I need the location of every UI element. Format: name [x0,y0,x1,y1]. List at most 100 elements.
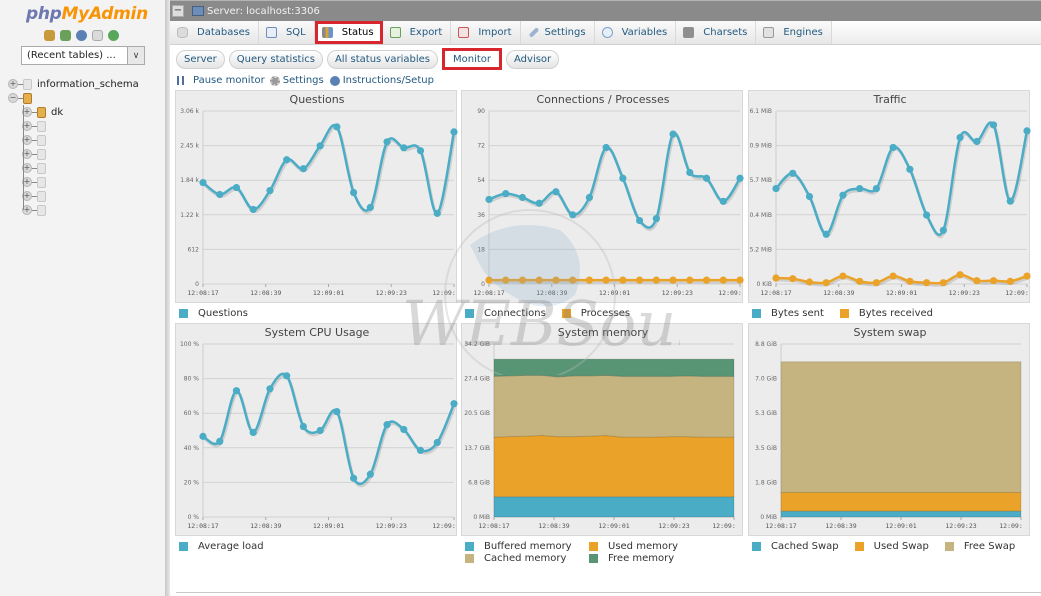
data-point[interactable] [569,276,577,284]
data-point[interactable] [939,279,947,287]
tab-engines[interactable]: Engines [756,21,832,44]
data-point[interactable] [232,183,241,192]
data-point[interactable] [856,277,864,285]
data-point[interactable] [772,274,780,282]
data-point[interactable] [923,279,931,287]
home-icon[interactable] [44,30,55,41]
data-point[interactable] [366,470,374,478]
data-point[interactable] [736,174,744,182]
data-point[interactable] [249,205,257,214]
data-point[interactable] [585,193,593,202]
data-point[interactable] [283,156,291,164]
data-point[interactable] [822,279,830,287]
legend-item[interactable]: Used Swap [854,540,929,552]
subtab-all-status-variables[interactable]: All status variables [326,50,438,69]
data-point[interactable] [686,276,694,284]
data-point[interactable] [502,190,510,198]
data-point[interactable] [249,428,257,437]
data-point[interactable] [299,422,307,431]
data-point[interactable] [939,226,947,234]
data-point[interactable] [535,199,543,207]
server-breadcrumb[interactable]: Server: localhost:3306 [207,6,320,17]
legend-item[interactable]: Connections [465,307,546,319]
subtab-monitor[interactable]: Monitor [442,48,503,70]
tree-item[interactable]: + [22,175,139,189]
subtab-advisor[interactable]: Advisor [506,50,560,69]
data-point[interactable] [669,130,677,138]
legend-item[interactable]: Questions [179,307,248,319]
data-point[interactable] [232,387,241,395]
tree-item-label[interactable]: information_schema [37,79,139,90]
data-point[interactable] [719,276,727,284]
data-point[interactable] [350,188,358,197]
chart-box[interactable]: Traffic 0 KiB 5.2 MiB 10.4 MiB 15.7 MiB 20.9 … [748,90,1031,303]
data-point[interactable] [789,169,797,177]
legend-item[interactable]: Bytes received [839,307,933,319]
data-point[interactable] [416,446,425,454]
data-point[interactable] [636,276,644,284]
logout-icon[interactable] [60,30,71,41]
tree-item[interactable]: − [8,91,139,105]
data-point[interactable] [702,276,711,284]
data-point[interactable] [1023,272,1031,280]
data-point[interactable] [889,272,897,280]
legend-item[interactable]: Cached memory [465,552,573,564]
data-point[interactable] [822,230,830,238]
data-point[interactable] [585,276,593,284]
help-icon[interactable] [76,30,87,41]
data-point[interactable] [299,165,307,173]
data-point[interactable] [199,432,207,440]
tab-status[interactable]: Status [314,21,383,44]
data-point[interactable] [333,408,341,416]
data-point[interactable] [333,123,341,131]
tab-settings[interactable]: Settings [520,21,595,44]
data-point[interactable] [400,144,408,152]
data-point[interactable] [906,277,914,285]
gear-icon[interactable] [269,75,280,86]
data-point[interactable] [518,276,527,284]
chart-box[interactable]: System swap 0 MiB 1.8 GiB 3.5 GiB 5.3 GiB 7.0… [748,323,1030,536]
info-icon[interactable] [329,75,340,86]
data-point[interactable] [216,190,224,199]
data-point[interactable] [872,184,880,193]
data-point[interactable] [199,178,207,187]
tree-item[interactable]: + information_schema [8,77,139,91]
data-point[interactable] [619,174,627,182]
data-point[interactable] [839,272,847,280]
data-point[interactable] [973,277,981,285]
chart-box[interactable]: Questions 0 612 1.22 k 1.84 k 2.45 k 3.06 k 12:… [175,90,458,303]
data-point[interactable] [772,184,780,193]
tree-item[interactable]: + [22,189,139,203]
tree-item[interactable]: + [22,133,139,147]
collapse-icon[interactable]: − [8,93,18,103]
data-point[interactable] [450,400,458,408]
legend-item[interactable]: Bytes sent [752,307,824,319]
data-point[interactable] [856,184,864,193]
data-point[interactable] [956,133,964,142]
data-point[interactable] [485,276,493,284]
pause-icon[interactable] [177,76,184,85]
tab-charsets[interactable]: Charsets [676,21,757,44]
data-point[interactable] [518,193,527,202]
data-point[interactable] [569,211,577,219]
data-point[interactable] [619,276,627,284]
tab-export[interactable]: Export [382,21,452,44]
pause-monitor-link[interactable]: Pause monitor [193,75,265,86]
tab-import[interactable]: Import [451,21,521,44]
data-point[interactable] [636,216,644,225]
data-point[interactable] [805,192,814,201]
legend-item[interactable]: Free memory [589,552,697,564]
data-point[interactable] [552,188,560,196]
data-point[interactable] [350,474,358,482]
data-point[interactable] [535,276,543,284]
data-point[interactable] [216,437,224,445]
tree-item[interactable]: + dk [22,105,139,119]
tab-sql[interactable]: SQL [258,21,315,44]
data-point[interactable] [266,385,274,393]
data-point[interactable] [889,143,897,152]
legend-item[interactable]: Average load [179,540,264,552]
data-point[interactable] [989,121,998,129]
legend-item[interactable]: Cached Swap [752,540,839,552]
tab-databases[interactable]: Databases [170,21,259,44]
legend-item[interactable]: Buffered memory [465,540,573,552]
